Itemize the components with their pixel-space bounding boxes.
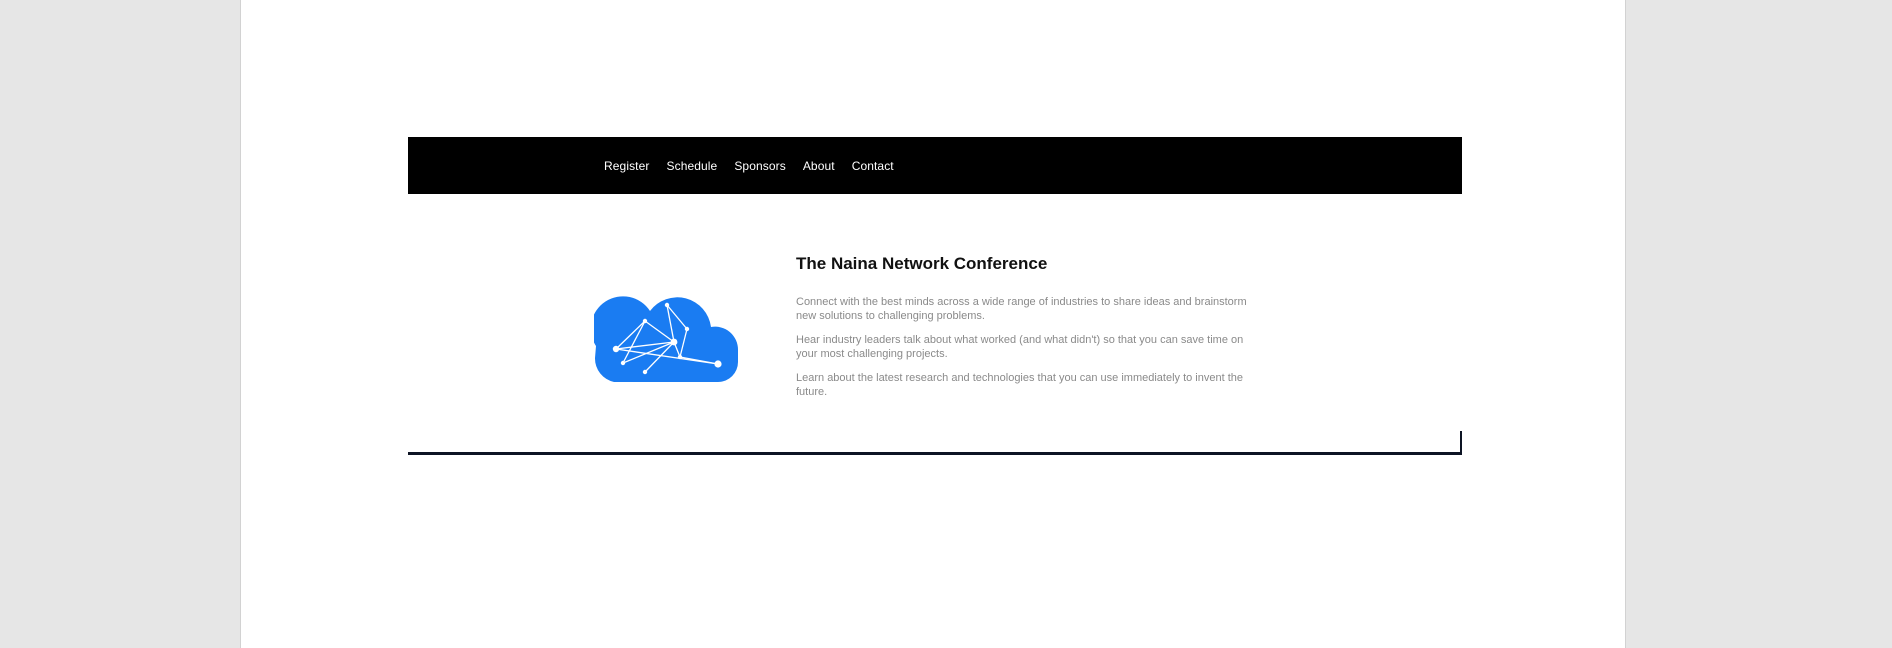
- resize-handle[interactable]: [1460, 431, 1462, 455]
- hero-content: The Naina Network Conference Connect wit…: [796, 253, 1266, 409]
- hero-paragraph-hear: Hear industry leaders talk about what wo…: [796, 334, 1244, 360]
- hero-paragraph-connect: Connect with the best minds across a wid…: [796, 296, 1247, 322]
- nav-link-about[interactable]: About: [803, 159, 835, 173]
- hero-paragraph-learn: Learn about the latest research and tech…: [796, 372, 1244, 398]
- nav-links: Register Schedule Sponsors About Contact: [604, 137, 894, 194]
- nav-link-register[interactable]: Register: [604, 159, 649, 173]
- nav-link-schedule[interactable]: Schedule: [666, 159, 717, 173]
- cloud-network-icon: [590, 286, 739, 382]
- top-navbar: Register Schedule Sponsors About Contact: [408, 137, 1462, 194]
- page-canvas: Register Schedule Sponsors About Contact: [240, 0, 1626, 648]
- nav-link-contact[interactable]: Contact: [852, 159, 894, 173]
- nav-link-sponsors[interactable]: Sponsors: [734, 159, 786, 173]
- site-preview: Register Schedule Sponsors About Contact: [408, 137, 1462, 455]
- cloud-shape: [590, 296, 739, 382]
- page-title: The Naina Network Conference: [796, 254, 1048, 273]
- section-divider: [408, 452, 1462, 455]
